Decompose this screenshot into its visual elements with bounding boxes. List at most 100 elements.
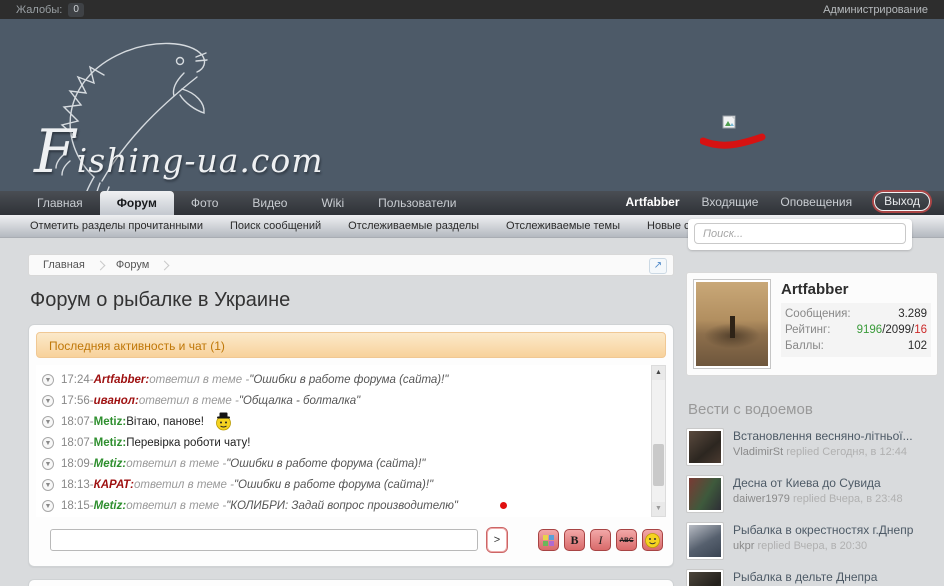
message-topic-link[interactable]: "Общалка - болталка"	[239, 395, 360, 407]
topic-thumbnail[interactable]	[686, 428, 724, 466]
message-time: 18:07	[61, 416, 90, 428]
list-item: Рыбалка в дельте Днепра VladimirSt repli…	[686, 569, 938, 586]
search-input[interactable]	[694, 223, 906, 244]
topic-title-link[interactable]: Встановлення весняно-літньої...	[733, 429, 913, 444]
profile-stats: Сообщения: 3.289 Рейтинг: 9196/2099/16 Б…	[781, 303, 931, 357]
scroll-up-icon[interactable]: ▲	[652, 366, 665, 380]
breadcrumb-forum[interactable]: Форум	[110, 259, 155, 271]
tab-photo[interactable]: Фото	[174, 191, 236, 215]
topic-thumbnail[interactable]	[686, 522, 724, 560]
page-title: Форум о рыбалке в Украине	[30, 289, 674, 312]
tab-users[interactable]: Пользователи	[361, 191, 473, 215]
message-text: Вітаю, панове!	[126, 416, 204, 428]
complaints-count-badge[interactable]: 0	[68, 3, 84, 17]
current-user-link[interactable]: Artfabber	[626, 195, 680, 209]
message-menu-icon[interactable]: ▼	[42, 458, 54, 470]
site-logo[interactable]: Fishing-ua.com	[6, 21, 326, 191]
rating-positive: 9196	[857, 324, 883, 336]
watched-forums-link[interactable]: Отслеживаемые разделы	[348, 220, 479, 232]
topic-time: Сегодня, в 12:44	[822, 446, 907, 458]
topic-thumbnail[interactable]	[686, 475, 724, 513]
tab-wiki[interactable]: Wiki	[304, 191, 361, 215]
watched-threads-link[interactable]: Отслеживаемые темы	[506, 220, 620, 232]
chat-message: ▼ 18:15 - Metiz : ответил в теме - "КОЛИ…	[42, 495, 646, 516]
message-user[interactable]: КАРАТ	[94, 479, 131, 491]
bold-button[interactable]: B	[564, 529, 585, 551]
send-button[interactable]: >	[486, 527, 508, 553]
message-topic-link[interactable]: "Ошибки в работе форума (сайта)!"	[226, 458, 425, 470]
search-posts-link[interactable]: Поиск сообщений	[230, 220, 321, 232]
message-menu-icon[interactable]: ▼	[42, 395, 54, 407]
chat-message: ▼ 17:24 - Artfabber : ответил в теме - "…	[42, 369, 646, 390]
message-user[interactable]: Artfabber	[94, 374, 146, 386]
chat-message: ▼ 18:13 - КАРАТ : ответил в теме - "Ошиб…	[42, 474, 646, 495]
broken-banner	[700, 115, 772, 155]
message-user[interactable]: Metiz	[94, 437, 123, 449]
alerts-link[interactable]: Оповещения	[780, 195, 852, 209]
chat-input-row: > B I ABC	[50, 527, 666, 553]
breadcrumb-home[interactable]: Главная	[37, 259, 91, 271]
message-topic-link[interactable]: "КОЛИБРИ: Задай вопрос производителю"	[226, 500, 458, 512]
tab-forum[interactable]: Форум	[100, 191, 174, 215]
topic-user-link[interactable]: daiwer1979	[733, 493, 790, 505]
next-panel-cutoff	[28, 579, 674, 586]
topic-user-link[interactable]: VladimirSt	[733, 446, 783, 458]
waterbody-news-title: Вести с водоемов	[688, 401, 938, 418]
message-menu-icon[interactable]: ▼	[42, 437, 54, 449]
chat-message: ▼ 18:07 - Metiz : Перевірка роботи чату!	[42, 432, 646, 453]
scrollbar-thumb[interactable]	[653, 444, 664, 486]
topic-title-link[interactable]: Рыбалка в дельте Днепра	[733, 570, 896, 585]
message-topic-link[interactable]: "Ошибки в работе форума (сайта)!"	[249, 374, 448, 386]
message-text: Перевірка роботи чату!	[126, 437, 250, 449]
topic-title-link[interactable]: Десна от Киева до Сувида	[733, 476, 903, 491]
logo-text: Fishing-ua.com	[34, 117, 324, 187]
chevron-right-icon	[160, 260, 170, 270]
list-item: Рыбалка в окрестностях г.Днепр ukpr repl…	[686, 522, 938, 560]
replied-label: replied	[786, 446, 819, 458]
topic-user-link[interactable]: ukpr	[733, 540, 754, 552]
emoji-button[interactable]	[642, 529, 663, 551]
replied-label: replied	[793, 493, 826, 505]
message-menu-icon[interactable]: ▼	[42, 479, 54, 491]
message-user[interactable]: Metiz	[94, 500, 123, 512]
message-user[interactable]: Metiz	[94, 458, 123, 470]
avatar[interactable]	[693, 279, 771, 369]
points-stat-value: 102	[908, 338, 927, 354]
color-palette-button[interactable]	[538, 529, 559, 551]
rating-negative: 16	[914, 324, 927, 336]
message-time: 18:09	[61, 458, 90, 470]
strikethrough-button[interactable]: ABC	[616, 529, 637, 551]
administration-link[interactable]: Администрирование	[823, 4, 928, 16]
chat-message: ▼ 18:09 - Metiz : ответил в теме - "Ошиб…	[42, 453, 646, 474]
message-menu-icon[interactable]: ▼	[42, 416, 54, 428]
scroll-down-icon[interactable]: ▼	[652, 502, 665, 516]
chat-message-input[interactable]	[50, 529, 478, 551]
chat-panel: Последняя активность и чат (1) ▼ 17:24 -…	[28, 324, 674, 567]
tab-home[interactable]: Главная	[20, 191, 100, 215]
chevron-right-icon	[95, 260, 105, 270]
chat-panel-header[interactable]: Последняя активность и чат (1)	[36, 332, 666, 358]
breadcrumb: Главная Форум ↗	[28, 254, 674, 276]
message-user[interactable]: Metiz	[94, 416, 123, 428]
smiley-icon	[645, 533, 660, 548]
profile-name[interactable]: Artfabber	[781, 281, 931, 298]
search-panel	[688, 219, 912, 250]
topic-thumbnail[interactable]	[686, 569, 724, 586]
message-topic-link[interactable]: "Ошибки в работе форума (сайта)!"	[234, 479, 433, 491]
main-nav: Главная Форум Фото Видео Wiki Пользовате…	[0, 191, 944, 215]
tab-video[interactable]: Видео	[235, 191, 304, 215]
message-menu-icon[interactable]: ▼	[42, 374, 54, 386]
message-user[interactable]: иванол	[94, 395, 135, 407]
logout-button[interactable]: Выход	[874, 192, 930, 211]
mark-read-link[interactable]: Отметить разделы прочитанными	[30, 220, 203, 232]
share-icon[interactable]: ↗	[649, 258, 667, 274]
messages-stat-label: Сообщения:	[785, 306, 851, 322]
topic-title-link[interactable]: Рыбалка в окрестностях г.Днепр	[733, 523, 913, 538]
italic-button[interactable]: I	[590, 529, 611, 551]
message-time: 18:15	[61, 500, 90, 512]
topic-time: Вчера, в 20:30	[794, 540, 868, 552]
message-menu-icon[interactable]: ▼	[42, 500, 54, 512]
red-swoosh-icon	[700, 133, 766, 153]
chat-scrollbar[interactable]: ▲ ▼	[651, 365, 666, 517]
inbox-link[interactable]: Входящие	[702, 195, 759, 209]
